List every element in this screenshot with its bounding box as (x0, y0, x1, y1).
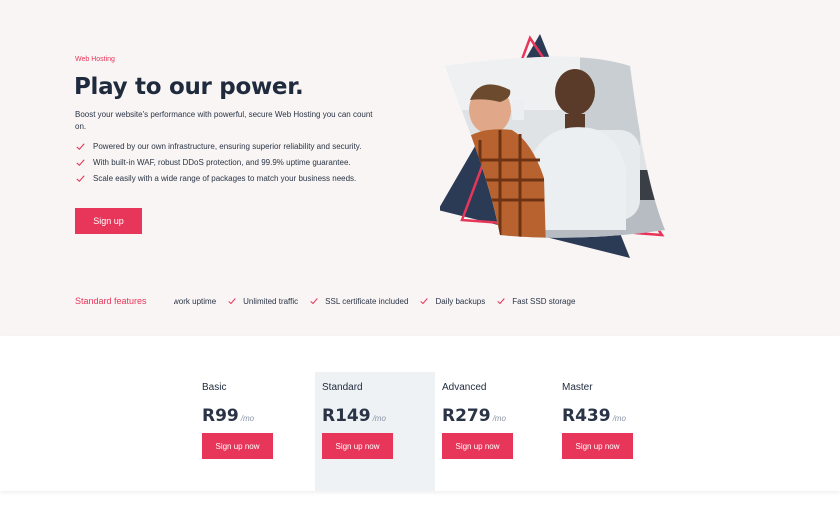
check-icon (497, 298, 505, 305)
plan-sign-up-button[interactable]: Sign up now (322, 433, 393, 459)
plan-sign-up-button[interactable]: Sign up now (442, 433, 513, 459)
feature-text: Fast SSD storage (512, 296, 576, 306)
feature-text: SSL certificate included (325, 296, 409, 306)
page-title: Play to our power. (74, 74, 304, 100)
check-icon (76, 159, 85, 167)
price-period: /mo (372, 414, 386, 423)
hero-illustration (440, 34, 665, 258)
plan-price: R279/mo (442, 406, 506, 426)
feature-text: 99.9% network uptime (174, 296, 217, 306)
features-track: 99.9% network uptime Unlimited traffic S… (174, 296, 586, 306)
benefit-item: With built-in WAF, robust DDoS protectio… (75, 157, 395, 168)
benefit-list: Powered by our own infrastructure, ensur… (75, 141, 395, 189)
plan-sign-up-button[interactable]: Sign up now (202, 433, 273, 459)
hero-description: Boost your website's performance with po… (75, 110, 373, 131)
price-period: /mo (240, 414, 255, 423)
benefit-item: Powered by our own infrastructure, ensur… (75, 141, 395, 152)
price-amount: R279 (442, 406, 491, 426)
benefit-text: Scale easily with a wide range of packag… (93, 174, 357, 183)
plan-card-standard: Standard R149/mo Sign up now (315, 372, 435, 491)
benefit-text: Powered by our own infrastructure, ensur… (93, 142, 362, 151)
feature-item: Fast SSD storage (496, 296, 575, 306)
plan-card-advanced: Advanced R279/mo Sign up now (435, 372, 555, 491)
standard-features-label: Standard features (75, 296, 147, 306)
feature-text: Unlimited traffic (243, 296, 299, 306)
benefit-item: Scale easily with a wide range of packag… (75, 173, 395, 184)
benefit-text: With built-in WAF, robust DDoS protectio… (93, 158, 351, 167)
price-period: /mo (612, 414, 626, 423)
plan-name: Advanced (442, 382, 487, 393)
hero-section: Web Hosting Play to our power. Boost you… (0, 0, 840, 336)
feature-item: Daily backups (419, 296, 485, 306)
feature-item: Unlimited traffic (227, 296, 298, 306)
features-ticker: 99.9% network uptime Unlimited traffic S… (174, 290, 624, 312)
plan-sign-up-button[interactable]: Sign up now (562, 433, 633, 459)
check-icon (228, 298, 236, 305)
price-amount: R99 (202, 406, 239, 426)
sign-up-button[interactable]: Sign up (75, 208, 142, 234)
check-icon (310, 298, 318, 305)
check-icon (76, 143, 85, 151)
eyebrow-label: Web Hosting (75, 56, 115, 63)
plan-card-master: Master R439/mo Sign up now (555, 372, 675, 491)
plan-name: Standard (322, 382, 363, 393)
plan-name: Basic (202, 382, 227, 393)
plan-name: Master (562, 382, 593, 393)
price-amount: R149 (322, 406, 371, 426)
feature-text: Daily backups (435, 296, 486, 306)
plan-card-basic: Basic R99/mo Sign up now (195, 372, 315, 491)
plan-price: R149/mo (322, 406, 386, 426)
check-icon (420, 298, 429, 305)
plan-price: R99/mo (202, 406, 254, 426)
price-amount: R439 (562, 406, 611, 426)
price-period: /mo (492, 414, 506, 423)
feature-item: 99.9% network uptime (174, 297, 216, 306)
check-icon (76, 175, 85, 183)
plan-price: R439/mo (562, 406, 626, 426)
feature-item: SSL certificate included (309, 296, 408, 306)
